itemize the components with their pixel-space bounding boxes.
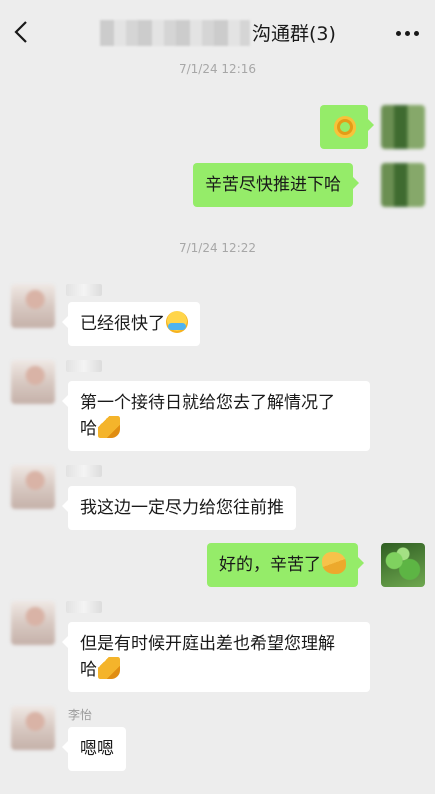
message-text: 嗯嗯: [80, 739, 114, 759]
sender-name-redacted: [66, 601, 102, 613]
group-name-redacted: [100, 20, 250, 46]
sender-name-redacted: [66, 284, 102, 296]
contact-avatar[interactable]: [11, 284, 55, 328]
handshake-emoji: [322, 552, 346, 574]
chevron-left-icon[interactable]: [10, 18, 34, 46]
crying-face-emoji: [166, 311, 188, 333]
sender-name-redacted: [66, 360, 102, 372]
incoming-message-bubble[interactable]: 嗯嗯: [62, 727, 126, 771]
message-text: 好的，辛苦了: [219, 555, 321, 575]
ok-hand-emoji: [334, 116, 356, 138]
more-dots-icon[interactable]: [396, 31, 420, 37]
message-text: 已经很快了: [80, 314, 165, 334]
incoming-message-bubble[interactable]: 我这边一定尽力给您往前推: [62, 486, 296, 530]
message-text-line: 第一个接待日就给您去了解情况了: [80, 393, 335, 413]
my-avatar[interactable]: [381, 163, 425, 207]
my-avatar[interactable]: [381, 543, 425, 587]
incoming-message-bubble[interactable]: 但是有时候开庭出差也希望您理解 哈: [62, 622, 370, 692]
message-timestamp: 7/1/24 12:22: [178, 241, 257, 255]
contact-avatar[interactable]: [11, 706, 55, 750]
bowing-emoji: [98, 416, 120, 438]
sender-name: 李怡: [68, 708, 93, 722]
outgoing-message-bubble[interactable]: 辛苦尽快推进下哈: [193, 163, 359, 207]
outgoing-message-bubble[interactable]: 好的，辛苦了: [207, 543, 364, 587]
message-text-line: 但是有时候开庭出差也希望您理解: [80, 634, 335, 654]
contact-avatar[interactable]: [11, 360, 55, 404]
incoming-message-bubble[interactable]: 第一个接待日就给您去了解情况了 哈: [62, 381, 370, 451]
message-text-line: 哈: [80, 660, 97, 680]
bowing-emoji: [98, 657, 120, 679]
contact-avatar[interactable]: [11, 601, 55, 645]
message-text: 我这边一定尽力给您往前推: [80, 498, 284, 518]
incoming-message-bubble[interactable]: 已经很快了: [62, 302, 200, 346]
chat-header: 沟通群(3): [0, 0, 435, 62]
message-text: 辛苦尽快推进下哈: [205, 175, 341, 195]
chat-title[interactable]: 沟通群(3): [252, 20, 336, 48]
message-text-line: 哈: [80, 419, 97, 439]
my-avatar[interactable]: [381, 105, 425, 149]
outgoing-message-bubble[interactable]: [320, 105, 374, 149]
message-timestamp: 7/1/24 12:16: [178, 62, 257, 76]
contact-avatar[interactable]: [11, 465, 55, 509]
sender-name-redacted: [66, 465, 102, 477]
